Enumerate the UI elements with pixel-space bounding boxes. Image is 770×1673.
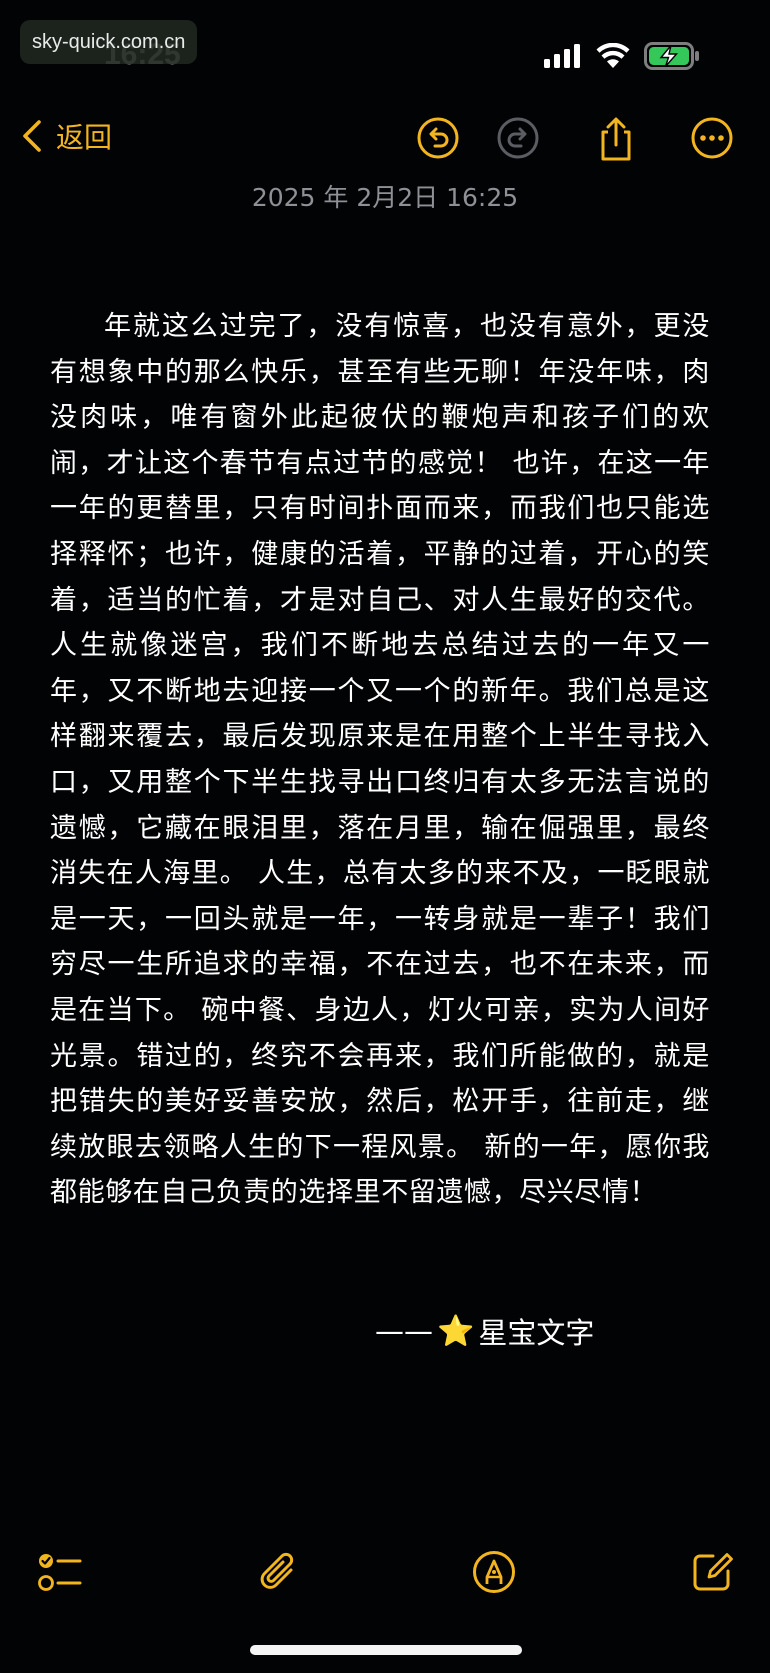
home-indicator[interactable] bbox=[250, 1645, 522, 1655]
note-date: 2025 年 2月2日 16:25 bbox=[251, 183, 519, 212]
pen-tip-icon bbox=[473, 1551, 515, 1593]
signal-icon bbox=[544, 44, 580, 68]
undo-icon bbox=[417, 117, 459, 159]
attachment-button[interactable] bbox=[255, 1548, 303, 1596]
undo-button[interactable] bbox=[416, 116, 460, 160]
checklist-icon bbox=[38, 1554, 82, 1591]
share-icon bbox=[601, 117, 631, 161]
share-button[interactable] bbox=[594, 116, 638, 161]
redo-button[interactable] bbox=[496, 116, 540, 160]
status-icons bbox=[544, 42, 700, 70]
paperclip-icon bbox=[260, 1552, 294, 1589]
signature-name: 星宝文字 bbox=[478, 1316, 595, 1350]
back-button[interactable]: 返回 bbox=[22, 116, 112, 156]
navigation-bar: 返回 bbox=[0, 110, 770, 166]
note-signature: —— ⭐ 星宝文字 bbox=[375, 1310, 594, 1352]
more-icon bbox=[691, 117, 733, 159]
star-icon: ⭐ bbox=[437, 1313, 475, 1349]
battery-charging-icon bbox=[644, 42, 699, 70]
redo-icon bbox=[497, 117, 539, 159]
compose-icon bbox=[693, 1553, 733, 1591]
compose-button[interactable] bbox=[688, 1548, 736, 1596]
note-body-text[interactable]: 年就这么过完了，没有惊喜，也没有意外，更没有想象中的那么快乐，甚至有些无聊！年没… bbox=[50, 304, 710, 1216]
watermark: sky-quick.com.cn bbox=[20, 20, 198, 64]
checklist-button[interactable] bbox=[36, 1548, 84, 1596]
markup-button[interactable] bbox=[470, 1548, 518, 1596]
chevron-left-icon bbox=[23, 120, 41, 152]
back-label: 返回 bbox=[56, 121, 113, 154]
signature-dash: —— bbox=[375, 1314, 433, 1348]
wifi-icon bbox=[596, 43, 630, 68]
more-button[interactable] bbox=[690, 116, 734, 160]
